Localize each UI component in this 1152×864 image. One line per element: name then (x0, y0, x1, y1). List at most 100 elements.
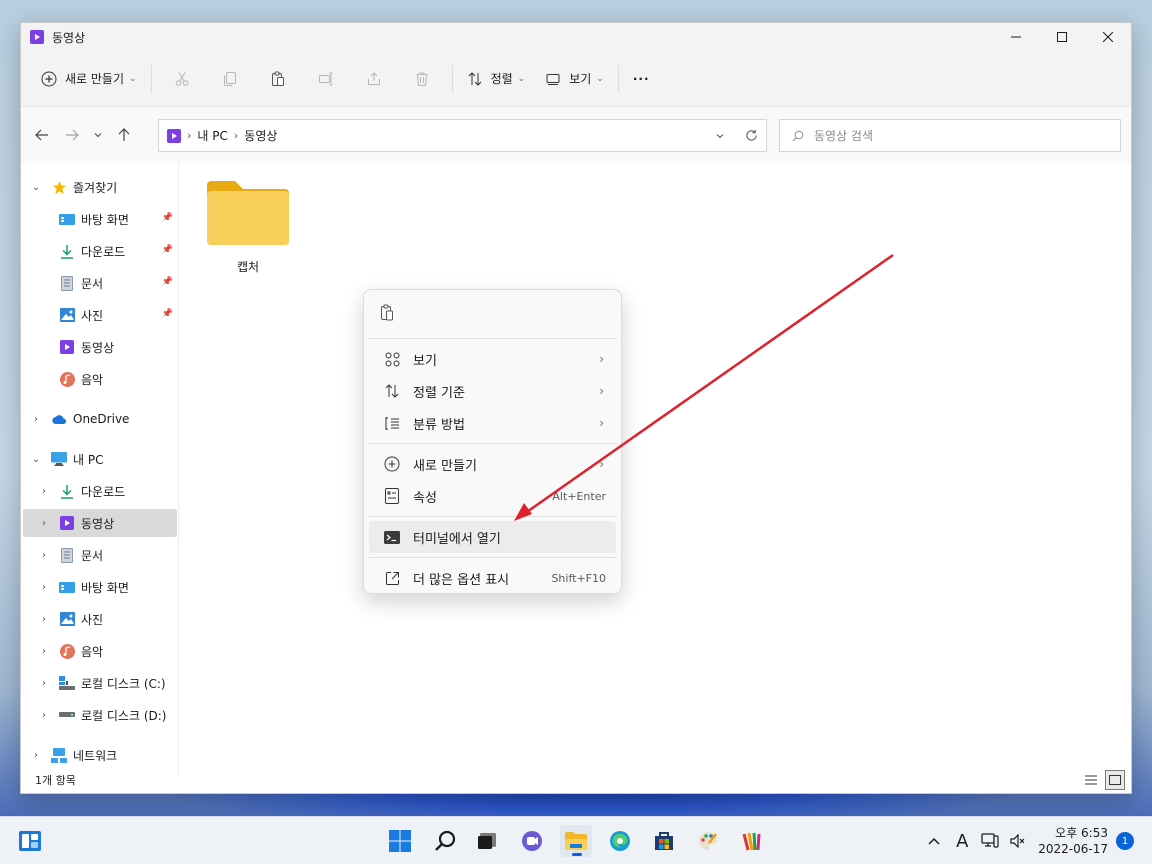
delete-button[interactable] (398, 63, 446, 95)
chevron-right-icon[interactable]: › (37, 614, 51, 625)
chat-button[interactable] (516, 825, 548, 857)
sidebar-item-this-pc[interactable]: ⌄ 내 PC (23, 445, 177, 473)
menu-item-show-more-options[interactable]: 더 많은 옵션 표시 Shift+F10 (369, 562, 616, 594)
breadcrumb-videos[interactable]: 동영상 (244, 127, 277, 144)
pin-icon: 📌 (161, 245, 173, 255)
sidebar-item-drive-c[interactable]: › 로컬 디스크 (C:) (23, 669, 177, 697)
breadcrumb-this-pc[interactable]: 내 PC (197, 127, 227, 144)
minimize-button[interactable] (993, 23, 1039, 51)
chevron-right-icon[interactable]: › (37, 518, 51, 529)
sidebar-item-favorites-pictures[interactable]: 사진 📌 (23, 301, 177, 329)
navigation-pane: ⌄ 즐겨찾기 바탕 화면 📌 다운로드 📌 문서 📌 사진 📌 동영상 음악 ›… (21, 163, 179, 775)
download-icon (59, 243, 75, 259)
recent-locations-button[interactable] (87, 120, 109, 150)
search-input[interactable]: 동영상 검색 (779, 119, 1121, 152)
input-indicator[interactable]: A (948, 831, 976, 852)
sidebar-item-label: 다운로드 (81, 244, 126, 259)
videos-folder-icon (59, 339, 75, 355)
widgets-button[interactable] (14, 825, 46, 857)
sidebar-item-favorites[interactable]: ⌄ 즐겨찾기 (23, 173, 177, 201)
up-button[interactable] (109, 120, 139, 150)
clock[interactable]: 오후 6:53 2022-06-17 (1038, 825, 1108, 857)
sidebar-item-favorites-music[interactable]: 음악 (23, 365, 177, 393)
rename-button[interactable] (302, 63, 350, 95)
menu-item-label: 분류 방법 (413, 417, 465, 433)
sidebar-item-pictures[interactable]: › 사진 (23, 605, 177, 633)
chevron-right-icon[interactable]: › (37, 646, 51, 657)
new-button[interactable]: 새로 만들기 ⌄ (33, 63, 145, 95)
forward-button[interactable] (57, 120, 87, 150)
sidebar-item-documents[interactable]: › 문서 (23, 541, 177, 569)
sidebar-item-favorites-downloads[interactable]: 다운로드 📌 (23, 237, 177, 265)
share-button[interactable] (350, 63, 398, 95)
chevron-right-icon[interactable]: › (37, 678, 51, 689)
chevron-down-icon[interactable]: ⌄ (29, 182, 43, 193)
search-button[interactable] (429, 825, 461, 857)
divider (451, 64, 453, 93)
videos-folder-icon (30, 30, 44, 44)
paste-button[interactable] (254, 63, 302, 95)
sidebar-item-drive-d[interactable]: › 로컬 디스크 (D:) (23, 701, 177, 729)
refresh-icon[interactable] (745, 129, 758, 142)
star-icon (51, 179, 67, 195)
close-button[interactable] (1085, 23, 1131, 51)
task-view-icon (478, 833, 496, 849)
details-view-button[interactable] (1081, 770, 1101, 790)
edge-button[interactable] (604, 825, 636, 857)
task-view-button[interactable] (472, 825, 504, 857)
network-status-button[interactable] (976, 833, 1004, 849)
sidebar-item-label: 사진 (81, 308, 104, 323)
cut-button[interactable] (158, 63, 206, 95)
sidebar-item-videos[interactable]: › 동영상 (23, 509, 177, 537)
menu-item-properties[interactable]: 속성 Alt+Enter (369, 480, 616, 512)
chevron-right-icon[interactable]: › (37, 582, 51, 593)
maximize-button[interactable] (1039, 23, 1085, 51)
chevron-right-icon[interactable]: › (29, 750, 43, 761)
copy-button[interactable] (206, 63, 254, 95)
chevron-right-icon[interactable]: › (37, 486, 51, 497)
large-icons-view-button[interactable] (1105, 770, 1125, 790)
chevron-right-icon[interactable]: › (37, 710, 51, 721)
menu-item-new[interactable]: 새로 만들기 › (369, 448, 616, 480)
copy-icon (223, 71, 236, 86)
sidebar-item-favorites-desktop[interactable]: 바탕 화면 📌 (23, 205, 177, 233)
notification-badge[interactable]: 1 (1116, 832, 1134, 850)
menu-item-sort-by[interactable]: 정렬 기준 › (369, 375, 616, 407)
view-button[interactable]: 보기 ⌄ (537, 63, 612, 95)
sidebar-item-label: 동영상 (81, 516, 115, 531)
sidebar-item-music[interactable]: › 음악 (23, 637, 177, 665)
folder-item[interactable]: 캡처 (203, 179, 293, 275)
volume-button[interactable] (1004, 834, 1032, 848)
menu-item-label: 새로 만들기 (413, 458, 477, 474)
back-button[interactable] (27, 120, 57, 150)
menu-item-view[interactable]: 보기 › (369, 343, 616, 375)
menu-item-open-in-terminal[interactable]: 터미널에서 열기 (369, 521, 616, 553)
paint-button[interactable] (692, 825, 724, 857)
paste-action-button[interactable] (378, 303, 396, 321)
maximize-icon (1057, 32, 1067, 42)
sidebar-item-onedrive[interactable]: › OneDrive (23, 405, 177, 433)
sidebar-item-network[interactable]: › 네트워크 (23, 741, 177, 769)
file-explorer-taskbar-button[interactable] (560, 825, 592, 857)
menu-item-group-by[interactable]: 분류 방법 › (369, 407, 616, 439)
sort-button[interactable]: 정렬 ⌄ (459, 63, 534, 95)
sidebar-item-label: 바탕 화면 (81, 212, 129, 227)
computer-icon (51, 451, 67, 467)
start-button[interactable] (384, 825, 416, 857)
sidebar-item-favorites-videos[interactable]: 동영상 (23, 333, 177, 361)
sidebar-item-desktop[interactable]: › 바탕 화면 (23, 573, 177, 601)
more-button[interactable]: ··· (625, 63, 658, 95)
search-icon (792, 130, 804, 141)
chevron-down-icon[interactable]: ⌄ (29, 454, 43, 465)
snip-app-button[interactable] (736, 825, 768, 857)
chevron-down-icon[interactable] (715, 131, 725, 141)
chevron-right-icon[interactable]: › (37, 550, 51, 561)
store-button[interactable] (648, 825, 680, 857)
address-bar[interactable]: › 내 PC › 동영상 (158, 119, 767, 152)
show-hidden-icons-button[interactable] (920, 837, 948, 845)
sidebar-item-favorites-documents[interactable]: 문서 📌 (23, 269, 177, 297)
chevron-right-icon[interactable]: › (29, 414, 43, 425)
clipboard-icon (271, 71, 284, 86)
sidebar-item-label: 바탕 화면 (81, 580, 129, 595)
sidebar-item-downloads[interactable]: › 다운로드 (23, 477, 177, 505)
